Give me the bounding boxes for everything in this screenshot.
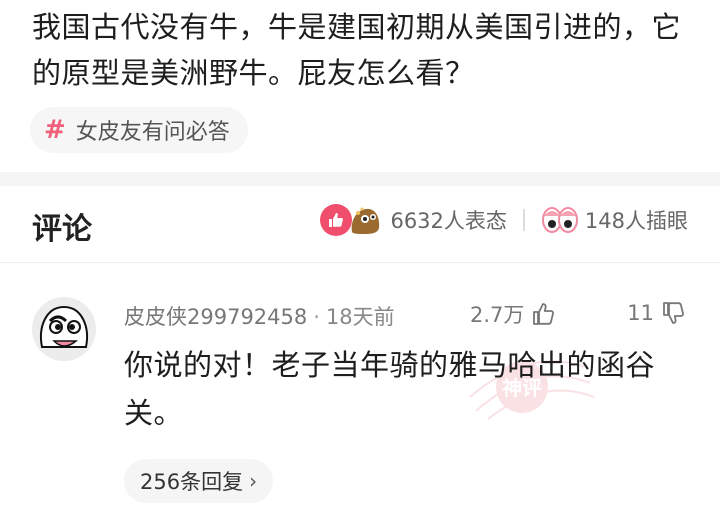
like-icon xyxy=(533,303,555,325)
eye-count: 148人插眼 xyxy=(584,209,688,233)
view-replies-button[interactable]: 256条回复 › xyxy=(124,459,274,503)
meta-separator: · xyxy=(313,305,320,329)
post-text: 我国古代没有牛，牛是建国初期从美国引进的，它的原型是美洲野牛。屁友怎么看？ xyxy=(32,10,682,90)
comment-author-line: 皮皮侠299792458 · 18天前 xyxy=(124,301,395,331)
like-count: 2.7万 xyxy=(470,303,525,327)
chevron-right-icon: › xyxy=(249,469,258,493)
dislike-button[interactable]: 11 xyxy=(627,299,688,327)
reaction-count: 6632人表态 xyxy=(390,209,507,233)
avatar[interactable] xyxy=(32,297,96,361)
section-divider xyxy=(0,172,720,186)
replies-label: 256条回复 xyxy=(140,470,244,494)
comment-item: 皮皮侠299792458 · 18天前 神评 2.7万 11 你说的对！老子当年骑的… xyxy=(0,263,720,511)
dislike-count: 11 xyxy=(627,301,654,325)
eyes-icon xyxy=(541,207,578,233)
comments-header: 评论 6632人表态 148人插眼 xyxy=(0,186,720,262)
topic-tag-chip[interactable]: # 女皮友有问必答 xyxy=(30,107,248,153)
sticker-icon xyxy=(352,207,380,234)
hash-icon: # xyxy=(44,115,66,145)
like-button[interactable]: 2.7万 xyxy=(470,299,558,329)
comments-title: 评论 xyxy=(32,212,92,247)
topic-tag-label: 女皮友有问必答 xyxy=(75,120,230,145)
dislike-icon xyxy=(663,302,684,324)
comment-username[interactable]: 皮皮侠299792458 xyxy=(124,305,307,329)
header-divider xyxy=(522,209,525,231)
comment-text: 你说的对！老子当年骑的雅马哈出的函谷关。 xyxy=(124,348,656,430)
comment-time: 18天前 xyxy=(325,305,395,329)
reactions-summary[interactable]: 6632人表态 148人插眼 xyxy=(320,204,688,236)
